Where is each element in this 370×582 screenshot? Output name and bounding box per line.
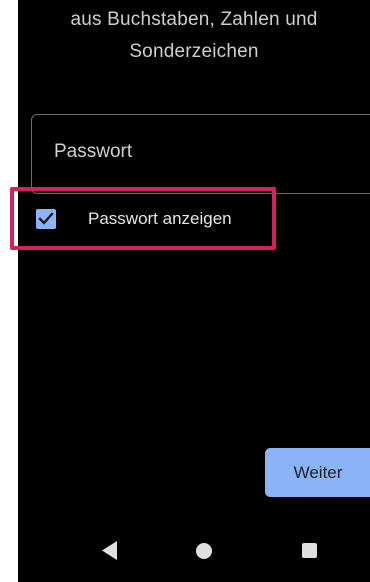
- phone-frame: aus Buchstaben, Zahlen und Sonderzeichen…: [0, 0, 370, 582]
- screen: aus Buchstaben, Zahlen und Sonderzeichen…: [18, 0, 370, 582]
- password-hint-text: aus Buchstaben, Zahlen und Sonderzeichen: [18, 4, 370, 68]
- back-triangle-icon[interactable]: [102, 541, 118, 560]
- password-input[interactable]: Passwort: [31, 114, 370, 194]
- system-navigation-bar: [18, 520, 370, 582]
- password-hint-line-2: Sonderzeichen: [129, 41, 259, 62]
- recents-square-icon[interactable]: [302, 543, 317, 558]
- home-circle-icon[interactable]: [196, 543, 212, 559]
- password-input-placeholder: Passwort: [54, 141, 133, 162]
- highlight-annotation-box: [10, 187, 276, 250]
- next-button[interactable]: Weiter: [265, 448, 370, 497]
- password-hint-line-1: aus Buchstaben, Zahlen und: [70, 9, 318, 30]
